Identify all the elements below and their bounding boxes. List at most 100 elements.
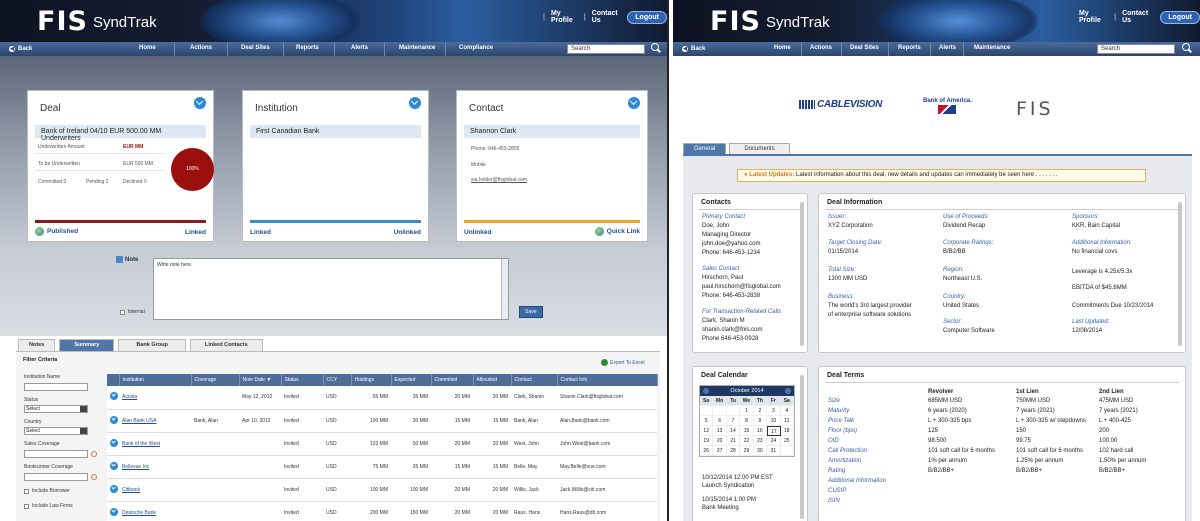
calendar-day[interactable]: 23 [753,436,768,446]
search-input[interactable]: Search [1097,44,1175,54]
nav-actions[interactable]: Actions [810,45,832,51]
search-input[interactable]: Search [567,44,645,54]
nav-alerts[interactable]: Alerts [351,45,368,51]
institution-link[interactable]: Acosta [119,386,191,410]
checkbox-box[interactable] [24,503,29,509]
tab-general[interactable]: General [683,143,727,154]
expand-cell[interactable] [107,432,119,456]
calendar-day[interactable]: 3 [767,406,781,416]
sales-contact-email[interactable]: paul.hirschorn@fisglobal.com [702,284,781,290]
calendar-day[interactable]: 31 [767,446,781,456]
status-select[interactable]: Select [24,405,88,413]
expand-cell[interactable] [107,478,119,502]
calendar-day[interactable]: 29 [740,446,754,456]
column-header[interactable]: Contact [511,374,558,386]
contact-email-link[interactable]: sia.holder@fisglobal.com [471,177,527,183]
calendar-day[interactable]: 15 [740,426,754,436]
sales-coverage-input[interactable] [24,450,88,458]
institution-link[interactable]: Bank of the West [119,432,191,456]
calendar-day[interactable]: 11 [780,416,794,426]
table-row[interactable]: Deutsche Bank Invited USD 200 MM 150 MM 20 MM… [107,501,657,521]
expand-row-icon[interactable] [110,507,118,516]
calendar-day[interactable]: 26 [700,446,714,456]
expand-row-icon[interactable] [110,484,118,493]
expand-row-icon[interactable] [110,415,118,424]
chevron-down-icon[interactable] [409,97,421,109]
nav-actions[interactable]: Actions [190,45,212,51]
expand-row-icon[interactable] [110,438,118,447]
institution-name[interactable]: Citibank [122,487,140,493]
deal-information-scrollbar[interactable] [1178,202,1182,346]
institution-link[interactable]: Deutsche Bank [119,501,191,521]
calendar-day[interactable]: 8 [740,416,754,426]
table-row[interactable]: Bellevue Inc Invited USD 75 MM 25 MM 15 MM 15 … [107,455,657,479]
tab-summary[interactable]: Summary [59,339,115,351]
primary-contact-email[interactable]: john.doe@yahoo.com [702,241,760,247]
nav-maintenance[interactable]: Maintenance [974,45,1010,51]
calendar-day[interactable]: 19 [700,436,714,446]
prev-month-icon[interactable] [703,388,709,394]
bookrunner-coverage-input[interactable] [24,473,88,481]
tab-linked-contacts[interactable]: Linked Contacts [189,339,263,351]
quick-link-button[interactable]: Quick Link [594,227,640,236]
calendar-day[interactable]: 28 [726,446,741,456]
my-profile-link[interactable]: My Profile [551,10,578,24]
calendar-day[interactable]: 24 [767,436,781,446]
note-scrollbar[interactable] [501,259,508,319]
nav-reports[interactable]: Reports [296,45,319,51]
my-profile-link[interactable]: My Profile [1079,10,1108,24]
contact-unlinked-link[interactable]: Unlinked [464,229,491,236]
tab-bank-group[interactable]: Bank Group [118,339,186,351]
column-header[interactable]: Note Date ▼ [239,374,282,386]
export-excel-button[interactable]: Export To Excel [601,359,645,366]
calendar-day[interactable]: 9 [753,416,768,426]
logout-button[interactable]: Logout [1160,10,1200,24]
search-icon[interactable] [1181,42,1193,54]
chevron-down-icon[interactable] [628,97,640,109]
calendar-day[interactable]: 1 [740,406,754,416]
country-select[interactable]: Select [24,427,88,435]
column-header[interactable]: Status [281,374,324,386]
calendar-day[interactable]: 10 [767,416,781,426]
checkbox-box[interactable] [24,488,29,494]
institution-linked-link[interactable]: Linked [250,229,271,236]
save-button[interactable]: Save [519,306,543,318]
table-row[interactable]: Bank of the West Invited USD 123 MM 50 MM 20 … [107,432,657,456]
search-icon[interactable] [650,42,662,54]
nav-deal-sites[interactable]: Deal Sites [850,45,879,51]
deal-linked-link[interactable]: Linked [185,229,206,236]
calendar-day[interactable]: 18 [780,426,794,436]
transaction-contact-email[interactable]: shanin.clark@fnis.com [702,327,762,333]
clear-icon[interactable] [91,474,97,480]
chevron-down-icon[interactable] [194,97,206,109]
calendar-day[interactable]: 5 [700,416,714,426]
expand-row-icon[interactable] [110,392,118,401]
column-header[interactable]: Institution [119,374,192,386]
column-header[interactable]: Contact Info [557,374,658,386]
internal-checkbox[interactable]: Internal [120,309,145,315]
column-header[interactable]: Expected [391,374,432,386]
contact-us-link[interactable]: Contact Us [1122,10,1154,24]
calendar-day[interactable]: 25 [780,436,794,446]
nav-home[interactable]: Home [774,45,791,51]
calendar-day[interactable]: 6 [713,416,727,426]
calendar-day[interactable]: 17 [767,426,781,436]
column-header[interactable]: CCY [323,374,352,386]
calendar-day[interactable]: 7 [726,416,741,426]
expand-cell[interactable] [107,455,119,479]
back-button[interactable]: ◀ Back [9,46,32,52]
nav-reports[interactable]: Reports [898,45,921,51]
expand-cell[interactable] [107,409,119,433]
checkbox-box[interactable] [120,309,125,315]
column-header[interactable]: Allocated [473,374,512,386]
calendar-day[interactable]: 30 [753,446,768,456]
institution-name[interactable]: Deutsche Bank [122,510,156,516]
institution-link[interactable]: Citibank [119,478,191,502]
calendar-day[interactable]: 20 [713,436,727,446]
logout-button[interactable]: Logout [627,10,667,24]
calendar-day[interactable]: 27 [713,446,727,456]
calendar-day[interactable]: 12 [700,426,714,436]
expand-cell[interactable] [107,501,119,521]
institution-name-input[interactable] [24,383,88,391]
include-law-firms-checkbox[interactable]: Include Law Firms [24,503,73,509]
